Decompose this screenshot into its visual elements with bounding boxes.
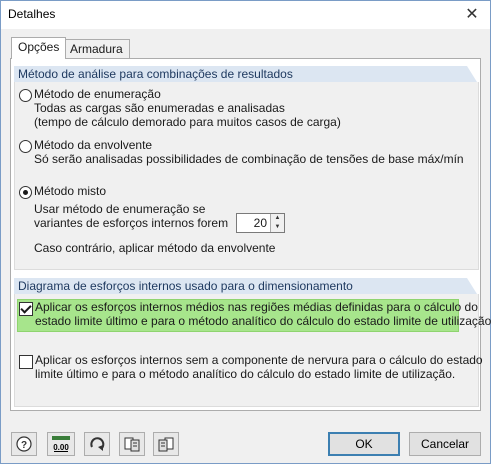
mixed-method-label[interactable]: Método misto [34, 184, 106, 198]
import-icon [158, 437, 174, 452]
average-forces-line2[interactable]: estado limite último e para o método ana… [35, 314, 491, 328]
internal-forces-group: Diagrama de esforços internos usado para… [14, 278, 491, 407]
variants-count-stepper[interactable]: 20 ▲ ▼ [236, 213, 285, 233]
mixed-otherwise-text: Caso contrário, aplicar método da envolv… [34, 241, 276, 255]
header-corner [467, 278, 477, 294]
envelope-method-radio[interactable] [19, 140, 32, 153]
ok-button[interactable]: OK [328, 432, 400, 456]
export-button[interactable] [119, 432, 145, 456]
export-icon [124, 437, 140, 452]
reset-icon [90, 437, 105, 451]
stepper-down-icon[interactable]: ▼ [271, 223, 284, 232]
enumeration-method-label[interactable]: Método de enumeração [34, 87, 161, 101]
average-forces-checkbox[interactable] [19, 302, 33, 316]
tab-reinforcement[interactable]: Armadura [63, 39, 130, 58]
stepper-buttons: ▲ ▼ [270, 214, 284, 232]
header-corner [467, 66, 477, 82]
title-bar: Detalhes ✕ [1, 1, 490, 29]
envelope-description: Só serão analisadas possibilidades de co… [34, 152, 464, 166]
analysis-method-group: Método de análise para combinações de re… [14, 66, 479, 270]
window-title: Detalhes [8, 7, 56, 21]
no-rib-component-line1[interactable]: Aplicar os esforços internos sem a compo… [35, 353, 483, 367]
import-button[interactable] [153, 432, 179, 456]
group-title: Método de análise para combinações de re… [18, 67, 293, 81]
help-icon: ? [16, 436, 32, 452]
group-header: Método de análise para combinações de re… [14, 66, 477, 82]
cancel-button[interactable]: Cancelar [409, 432, 481, 456]
mixed-condition-line2: variantes de esforços internos forem [34, 216, 229, 230]
mixed-condition-line1: Usar método de enumeração se [34, 202, 206, 216]
group-title: Diagrama de esforços internos usado para… [18, 279, 353, 293]
decimals-button[interactable]: 0.00 [47, 432, 75, 456]
tab-options[interactable]: Opções [11, 37, 67, 59]
decimals-icon: 0.00 [52, 436, 70, 452]
group-body: Método de enumeração Todas as cargas são… [14, 82, 479, 270]
enumeration-method-radio[interactable] [19, 89, 32, 102]
no-rib-component-checkbox[interactable] [19, 355, 33, 369]
svg-text:?: ? [21, 440, 27, 451]
average-forces-line1[interactable]: Aplicar os esforços internos médios nas … [35, 300, 478, 314]
mixed-method-radio[interactable] [19, 186, 32, 199]
svg-text:0.00: 0.00 [53, 443, 69, 452]
options-panel: Método de análise para combinações de re… [10, 58, 491, 411]
reset-button[interactable] [84, 432, 110, 456]
enumeration-note: (tempo de cálculo demorado para muitos c… [34, 115, 341, 129]
envelope-method-label[interactable]: Método da envolvente [34, 138, 152, 152]
variants-count-value[interactable]: 20 [237, 214, 267, 232]
group-body: Aplicar os esforços internos médios nas … [14, 294, 491, 407]
no-rib-component-line2[interactable]: limite último e para o método analítico … [35, 367, 455, 381]
group-header: Diagrama de esforços internos usado para… [14, 278, 477, 294]
enumeration-description: Todas as cargas são enumeradas e analisa… [34, 101, 285, 115]
details-dialog: Detalhes ✕ Opções Armadura Método de aná… [0, 0, 491, 464]
close-icon[interactable]: ✕ [462, 5, 482, 25]
help-button[interactable]: ? [11, 432, 37, 456]
